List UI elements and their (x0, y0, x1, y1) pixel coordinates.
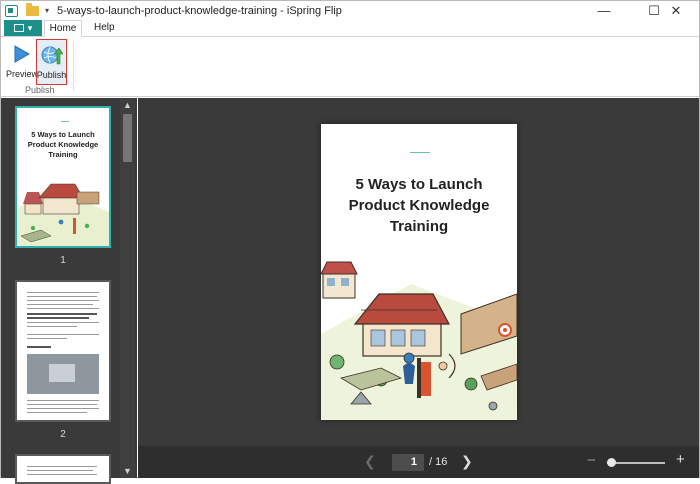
thumbnail-page-number-2: 2 (60, 429, 66, 440)
quick-access-dropdown[interactable]: ▾ (45, 6, 49, 15)
thumbnail-text-line (27, 322, 99, 323)
thumbnail-page-number-1: 1 (60, 255, 66, 266)
preview-button-label: Preview (6, 69, 39, 79)
thumbnail-text-line (27, 296, 97, 297)
file-menu-icon (13, 24, 24, 32)
zoom-slider-handle[interactable] (607, 458, 616, 467)
thumbnail-text-line (27, 400, 99, 401)
page-accent-line (410, 152, 430, 153)
ribbon-tab-row: ▾ Home Help (1, 20, 699, 37)
thumbnail-text-line (27, 317, 89, 319)
scrollbar-thumb[interactable] (123, 114, 132, 162)
ribbon-panel: Preview Publish Publish (1, 37, 699, 97)
publish-button[interactable]: Publish (36, 39, 67, 85)
zoom-in-icon[interactable]: + (676, 451, 685, 468)
thumbnail-text-line (27, 404, 97, 405)
total-pages-label: / 16 (429, 456, 448, 468)
file-menu-chevron: ▾ (27, 22, 33, 33)
thumbnail-text-line (27, 466, 97, 467)
page-thumbnail-2[interactable] (15, 280, 111, 422)
app-icon (5, 4, 18, 17)
file-menu-button[interactable]: ▾ (4, 20, 42, 36)
thumbnail-text-line (27, 346, 51, 348)
thumbnail-text-line (27, 338, 67, 339)
page-thumbnail-3[interactable] (15, 454, 111, 484)
cover-illustration (321, 261, 517, 420)
thumbnail-text-line (27, 292, 99, 293)
thumbnail-text-line (27, 470, 93, 471)
page-number-input[interactable]: 1 (392, 454, 424, 471)
tab-help[interactable]: Help (85, 20, 124, 37)
play-icon (11, 43, 33, 65)
publish-globe-icon (41, 44, 63, 66)
thumbnail-accent-line (61, 121, 69, 122)
thumbnail-illustration (17, 183, 109, 246)
close-button[interactable]: ✕ (653, 1, 699, 20)
publish-button-label: Publish (36, 70, 67, 80)
thumbnail-text-line (27, 313, 97, 315)
minimize-button[interactable]: — (581, 1, 627, 20)
thumbnail-scrollbar[interactable]: ▲ ▼ (120, 98, 135, 478)
page-title: 5 Ways to Launch Product Knowledge Train… (348, 176, 490, 235)
thumbnail-pane: 5 Ways to Launch Product Knowledge Train… (1, 98, 137, 484)
thumbnail-text-line (27, 334, 99, 335)
group-separator (73, 41, 74, 91)
page-thumbnail-1[interactable]: 5 Ways to Launch Product Knowledge Train… (15, 106, 111, 248)
thumbnail-text-line (27, 408, 99, 409)
window-title: 5-ways-to-launch-product-knowledge-train… (57, 4, 342, 17)
title-bar: ▾ 5-ways-to-launch-product-knowledge-tra… (1, 1, 699, 20)
thumbnail-text-line (27, 300, 99, 301)
preview-button[interactable]: Preview (6, 39, 38, 85)
scroll-up-icon[interactable]: ▲ (120, 98, 135, 112)
publish-group-label: Publish (25, 85, 55, 95)
navigation-bar: ❮ 1 / 16 ❯ − + (138, 446, 699, 478)
thumbnail-title: 5 Ways to Launch Product Knowledge Train… (27, 130, 99, 159)
thumbnail-text-line (27, 412, 87, 413)
scroll-down-icon[interactable]: ▼ (120, 464, 135, 478)
app-window: ▾ 5-ways-to-launch-product-knowledge-tra… (0, 0, 700, 484)
page-viewer: 5 Ways to Launch Product Knowledge Train… (138, 98, 699, 446)
thumbnail-text-line (27, 326, 77, 327)
thumbnail-text-line (27, 304, 93, 305)
thumbnail-photo (27, 354, 99, 394)
thumbnail-text-line (27, 474, 97, 475)
next-page-icon[interactable]: ❯ (461, 453, 473, 470)
tab-home[interactable]: Home (44, 20, 82, 37)
previous-page-icon[interactable]: ❮ (364, 453, 376, 470)
open-folder-icon[interactable] (26, 2, 39, 16)
page-preview: 5 Ways to Launch Product Knowledge Train… (321, 124, 517, 420)
thumbnail-text-line (27, 308, 99, 309)
zoom-out-icon[interactable]: − (587, 452, 596, 469)
